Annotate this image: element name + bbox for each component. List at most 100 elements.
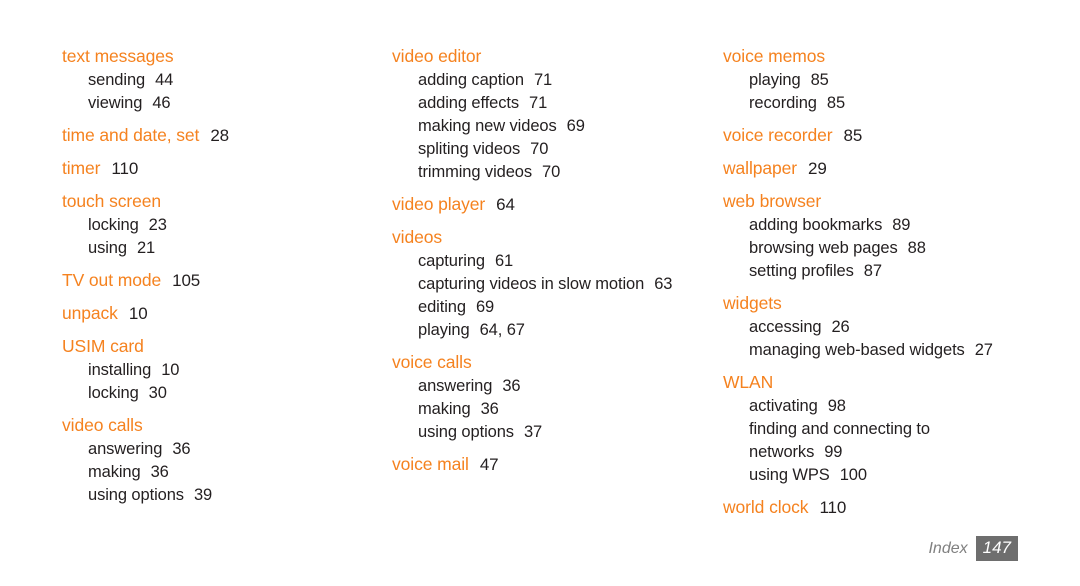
index-subentry[interactable]: locking 23 (62, 214, 372, 237)
index-subentry-list: sending 44 viewing 46 (62, 69, 372, 115)
index-entry: video calls answering 36 making 36 using opti… (62, 413, 372, 507)
index-entry-heading-label: web browser (723, 191, 822, 211)
index-subentry-label: trimming videos (418, 163, 533, 181)
index-subentry[interactable]: activating 98 (723, 395, 1053, 418)
index-entry-heading[interactable]: text messages (62, 44, 372, 69)
index-subentry[interactable]: managing web-based widgets 27 (723, 339, 1053, 362)
index-subentry-label: playing (418, 321, 470, 339)
index-entry: time and date, set 28 (62, 123, 372, 148)
index-subentry-label: capturing (418, 252, 485, 270)
index-subentry-list: accessing 26 managing web-based widgets 27 (723, 316, 1053, 362)
index-subentry[interactable]: answering 36 (62, 438, 372, 461)
index-entry-heading-label: widgets (723, 293, 782, 313)
index-subentry[interactable]: sending 44 (62, 69, 372, 92)
index-subentry[interactable]: accessing 26 (723, 316, 1053, 339)
index-subentry-page-number: 63 (654, 275, 673, 293)
index-entry-heading[interactable]: web browser (723, 189, 1053, 214)
index-subentry[interactable]: viewing 46 (62, 92, 372, 115)
index-subentry-page-number: 70 (542, 163, 561, 181)
index-entry-heading[interactable]: voice calls (392, 350, 712, 375)
index-subentry[interactable]: finding and connecting to networks 99 (723, 418, 1019, 464)
index-subentry-label: using options (88, 486, 184, 504)
index-subentry-page-number: 61 (494, 252, 514, 270)
index-column-2: video editor adding caption 71 adding effec… (392, 44, 712, 485)
index-entry-page-number: 64 (496, 195, 515, 214)
index-subentry-page-number: 44 (155, 71, 174, 89)
index-entry-heading[interactable]: WLAN (723, 370, 1053, 395)
index-entry-heading-label: voice mail (392, 454, 469, 474)
index-subentry[interactable]: capturing 61 (392, 250, 712, 273)
index-subentry[interactable]: installing 10 (62, 359, 372, 382)
index-entry-heading[interactable]: time and date, set 28 (62, 123, 372, 148)
index-entry: voice calls answering 36 making 36 using opti… (392, 350, 712, 444)
index-entry-heading[interactable]: unpack 10 (62, 301, 372, 326)
index-subentry[interactable]: using WPS 100 (723, 464, 1053, 487)
index-subentry-page-number: 71 (533, 71, 553, 89)
index-subentry[interactable]: capturing videos in slow motion 63 (392, 273, 688, 296)
index-entry-heading-label: unpack (62, 303, 118, 323)
index-subentry[interactable]: using 21 (62, 237, 372, 260)
index-subentry[interactable]: adding effects 71 (392, 92, 712, 115)
index-subentry-list: adding caption 71 adding effects 71 making n… (392, 69, 712, 184)
index-subentry-label: installing (88, 361, 152, 379)
index-subentry-label: making (88, 463, 141, 481)
index-subentry[interactable]: making 36 (62, 461, 372, 484)
index-subentry[interactable]: spliting videos 70 (392, 138, 712, 161)
index-subentry[interactable]: adding caption 71 (392, 69, 712, 92)
index-subentry-label: answering (88, 440, 163, 458)
index-subentry[interactable]: using options 37 (392, 421, 712, 444)
index-subentry[interactable]: browsing web pages 88 (723, 237, 1053, 260)
index-entry-heading[interactable]: widgets (723, 291, 1053, 316)
index-subentry[interactable]: playing 64, 67 (392, 319, 712, 342)
index-entry-heading-label: video calls (62, 415, 143, 435)
index-entry-heading-label: touch screen (62, 191, 161, 211)
index-subentry[interactable]: making 36 (392, 398, 712, 421)
index-entry-heading[interactable]: voice mail 47 (392, 452, 712, 477)
index-entry-page-number: 47 (479, 455, 499, 474)
index-subentry-label: locking (88, 216, 139, 234)
index-subentry-list: locking 23 using 21 (62, 214, 372, 260)
index-entry: video player 64 (392, 192, 712, 217)
index-entry: touch screen locking 23 using 21 (62, 189, 372, 260)
index-column-1: text messages sending 44 viewing 46 time and … (62, 44, 372, 515)
index-subentry-label: making (418, 400, 471, 418)
index-entry-heading[interactable]: voice memos (723, 44, 1053, 69)
index-entry-heading-label: videos (392, 227, 442, 247)
index-subentry[interactable]: trimming videos 70 (392, 161, 712, 184)
index-subentry[interactable]: editing 69 (392, 296, 712, 319)
index-entry: widgets accessing 26 managing web-based wid… (723, 291, 1053, 362)
index-subentry[interactable]: answering 36 (392, 375, 712, 398)
index-entry-heading[interactable]: timer 110 (62, 156, 372, 181)
index-entry-heading[interactable]: world clock 110 (723, 495, 1053, 520)
index-subentry[interactable]: using options 39 (62, 484, 372, 507)
index-subentry[interactable]: playing 85 (723, 69, 1053, 92)
index-subentry[interactable]: adding bookmarks 89 (723, 214, 1053, 237)
index-subentry-page-number: 23 (148, 216, 167, 234)
index-subentry-list: installing 10 locking 30 (62, 359, 372, 405)
index-entry-heading[interactable]: wallpaper 29 (723, 156, 1053, 181)
index-subentry-page-number: 36 (172, 440, 191, 458)
index-subentry-page-number: 64, 67 (479, 321, 525, 339)
index-subentry-page-number: 100 (839, 466, 867, 484)
index-entry-heading[interactable]: videos (392, 225, 712, 250)
index-subentry-label: making new videos (418, 117, 557, 135)
index-subentry[interactable]: locking 30 (62, 382, 372, 405)
index-entry-heading[interactable]: video calls (62, 413, 372, 438)
index-subentry-label: locking (88, 384, 139, 402)
index-subentry-page-number: 36 (150, 463, 169, 481)
index-entry-heading[interactable]: voice recorder 85 (723, 123, 1053, 148)
index-entry-heading-label: TV out mode (62, 270, 162, 290)
index-entry-page-number: 110 (819, 498, 847, 517)
index-entry-heading[interactable]: video player 64 (392, 192, 712, 217)
index-entry-heading-label: video editor (392, 46, 482, 66)
index-subentry[interactable]: setting profiles 87 (723, 260, 1053, 283)
index-subentry-page-number: 36 (480, 400, 499, 418)
index-entry-heading[interactable]: touch screen (62, 189, 372, 214)
index-entry: timer 110 (62, 156, 372, 181)
index-subentry[interactable]: making new videos 69 (392, 115, 712, 138)
index-entry-heading[interactable]: video editor (392, 44, 712, 69)
index-entry-heading[interactable]: USIM card (62, 334, 372, 359)
index-subentry[interactable]: recording 85 (723, 92, 1053, 115)
index-subentry-list: capturing 61 capturing videos in slow moti… (392, 250, 712, 342)
index-entry-heading[interactable]: TV out mode 105 (62, 268, 372, 293)
